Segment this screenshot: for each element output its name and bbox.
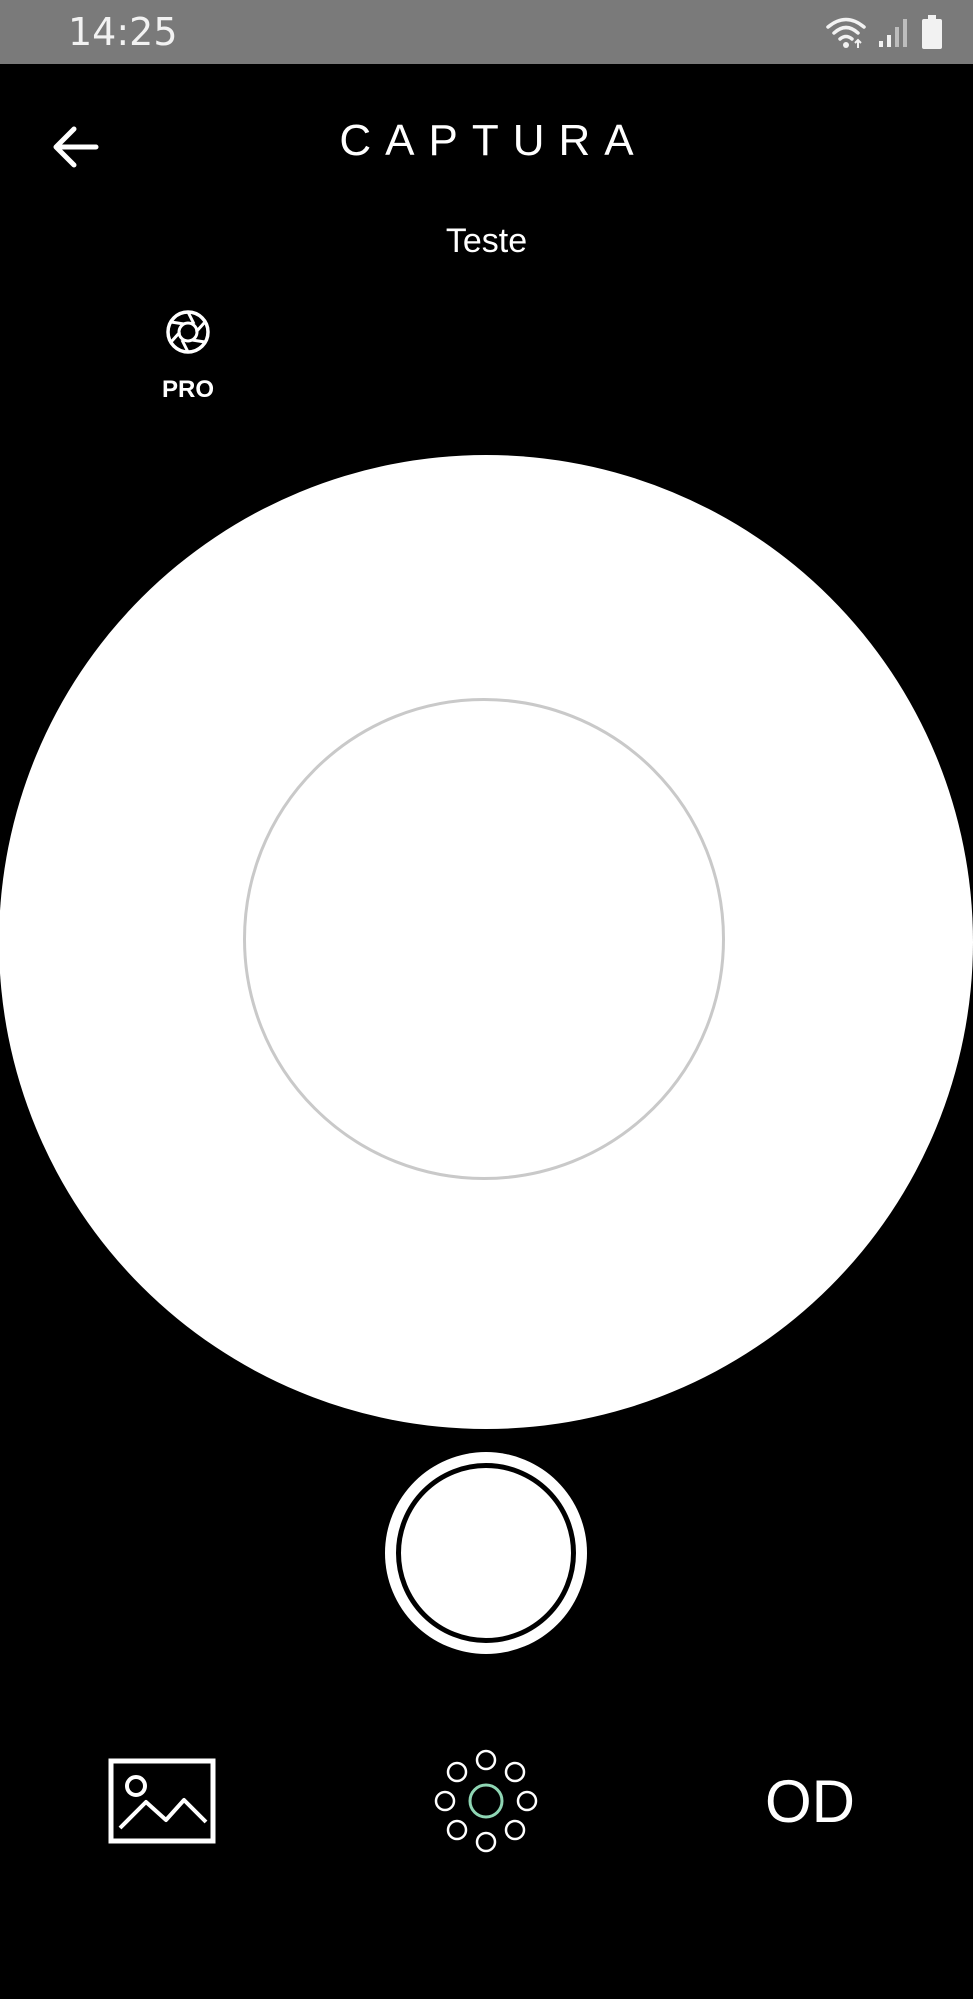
gallery-icon [108,1758,216,1844]
eye-select-button[interactable]: OD [740,1762,880,1842]
pro-mode-button[interactable]: PRO [148,308,228,408]
status-time: 14:25 [68,10,178,54]
led-pattern-button[interactable] [430,1745,542,1857]
status-bar: 14:25 [0,0,973,64]
shutter-inner-ring [396,1463,576,1643]
battery-icon [922,15,942,49]
bottom-bar: OD [0,1740,973,1860]
gallery-button[interactable] [108,1758,216,1844]
signal-icon [879,19,907,47]
page-title: CAPTURA [339,116,648,165]
pro-label: PRO [161,376,214,403]
wifi-icon [826,17,866,48]
session-subtitle: Teste [445,222,528,260]
status-icons [825,12,943,52]
target-ring [243,698,725,1180]
aperture-icon [166,310,210,354]
shutter-button[interactable] [385,1452,587,1654]
top-bar: CAPTURA [0,64,973,214]
led-pattern-icon [434,1749,538,1853]
